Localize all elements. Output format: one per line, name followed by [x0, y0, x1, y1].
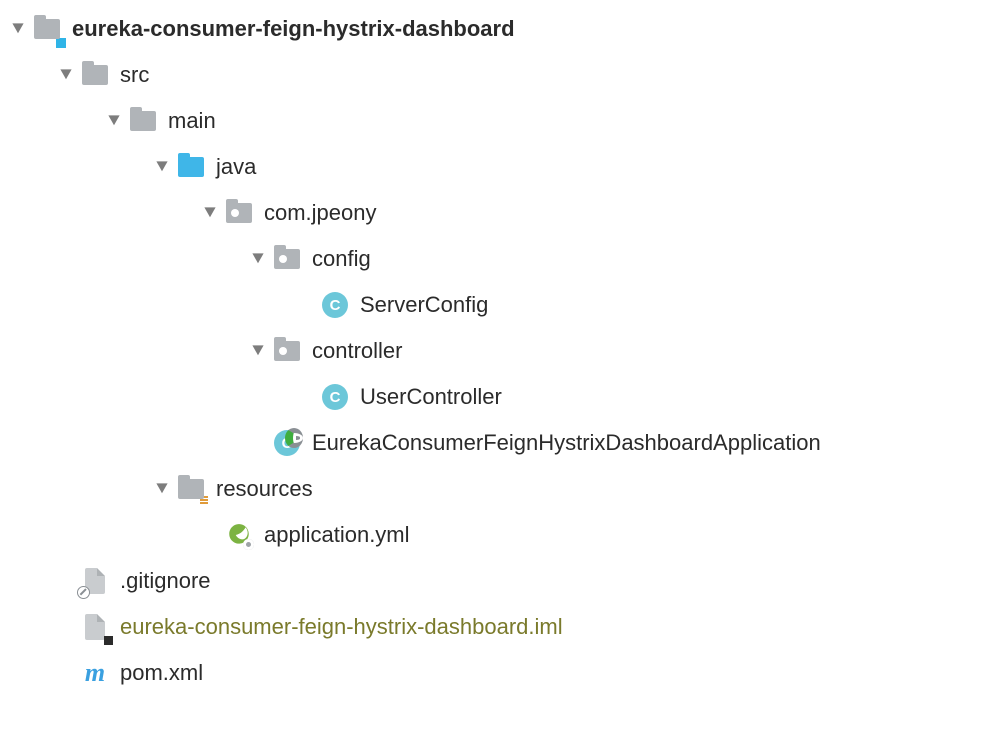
source-folder-icon [176, 152, 206, 182]
iml-file-icon [80, 612, 110, 642]
gitignore-file-icon [80, 566, 110, 596]
tree-item-label: EurekaConsumerFeignHystrixDashboardAppli… [312, 430, 821, 456]
expand-chevron-icon[interactable] [244, 252, 272, 266]
tree-item-label: controller [312, 338, 402, 364]
tree-item-label: config [312, 246, 371, 272]
java-class-icon: C [320, 382, 350, 412]
expand-chevron-icon[interactable] [4, 22, 32, 36]
expand-chevron-icon[interactable] [148, 482, 176, 496]
folder-icon [80, 60, 110, 90]
tree-item-label: eureka-consumer-feign-hystrix-dashboard [72, 16, 515, 42]
resources-folder-icon [176, 474, 206, 504]
spring-config-icon [224, 520, 254, 550]
tree-row[interactable]: eureka-consumer-feign-hystrix-dashboard [4, 6, 1008, 52]
tree-row[interactable]: java [4, 144, 1008, 190]
maven-pom-icon: m [80, 658, 110, 688]
package-folder-icon [272, 336, 302, 366]
tree-row[interactable]: src [4, 52, 1008, 98]
tree-item-label: main [168, 108, 216, 134]
expand-chevron-icon[interactable] [244, 344, 272, 358]
runnable-class-icon: C [272, 428, 302, 458]
expand-chevron-icon[interactable] [52, 68, 80, 82]
tree-row[interactable]: controller [4, 328, 1008, 374]
tree-item-label: UserController [360, 384, 502, 410]
tree-item-label: resources [216, 476, 313, 502]
module-folder-icon [32, 14, 62, 44]
tree-row[interactable]: config [4, 236, 1008, 282]
expand-chevron-icon[interactable] [100, 114, 128, 128]
tree-row[interactable]: main [4, 98, 1008, 144]
expand-chevron-icon[interactable] [196, 206, 224, 220]
expand-chevron-icon[interactable] [148, 160, 176, 174]
tree-item-label: src [120, 62, 149, 88]
tree-row[interactable]: C UserController [4, 374, 1008, 420]
folder-icon [128, 106, 158, 136]
project-tree: eureka-consumer-feign-hystrix-dashboard s… [0, 0, 1008, 696]
tree-row[interactable]: eureka-consumer-feign-hystrix-dashboard.… [4, 604, 1008, 650]
tree-item-label: com.jpeony [264, 200, 377, 226]
tree-item-label: ServerConfig [360, 292, 488, 318]
tree-row[interactable]: .gitignore [4, 558, 1008, 604]
tree-item-label: java [216, 154, 256, 180]
package-folder-icon [272, 244, 302, 274]
tree-item-label: eureka-consumer-feign-hystrix-dashboard.… [120, 614, 563, 640]
tree-row[interactable]: C ServerConfig [4, 282, 1008, 328]
tree-row[interactable]: application.yml [4, 512, 1008, 558]
tree-item-label: .gitignore [120, 568, 211, 594]
tree-row[interactable]: com.jpeony [4, 190, 1008, 236]
tree-row[interactable]: C EurekaConsumerFeignHystrixDashboardAppl… [4, 420, 1008, 466]
tree-row[interactable]: m pom.xml [4, 650, 1008, 696]
tree-item-label: pom.xml [120, 660, 203, 686]
tree-item-label: application.yml [264, 522, 410, 548]
java-class-icon: C [320, 290, 350, 320]
package-folder-icon [224, 198, 254, 228]
tree-row[interactable]: resources [4, 466, 1008, 512]
